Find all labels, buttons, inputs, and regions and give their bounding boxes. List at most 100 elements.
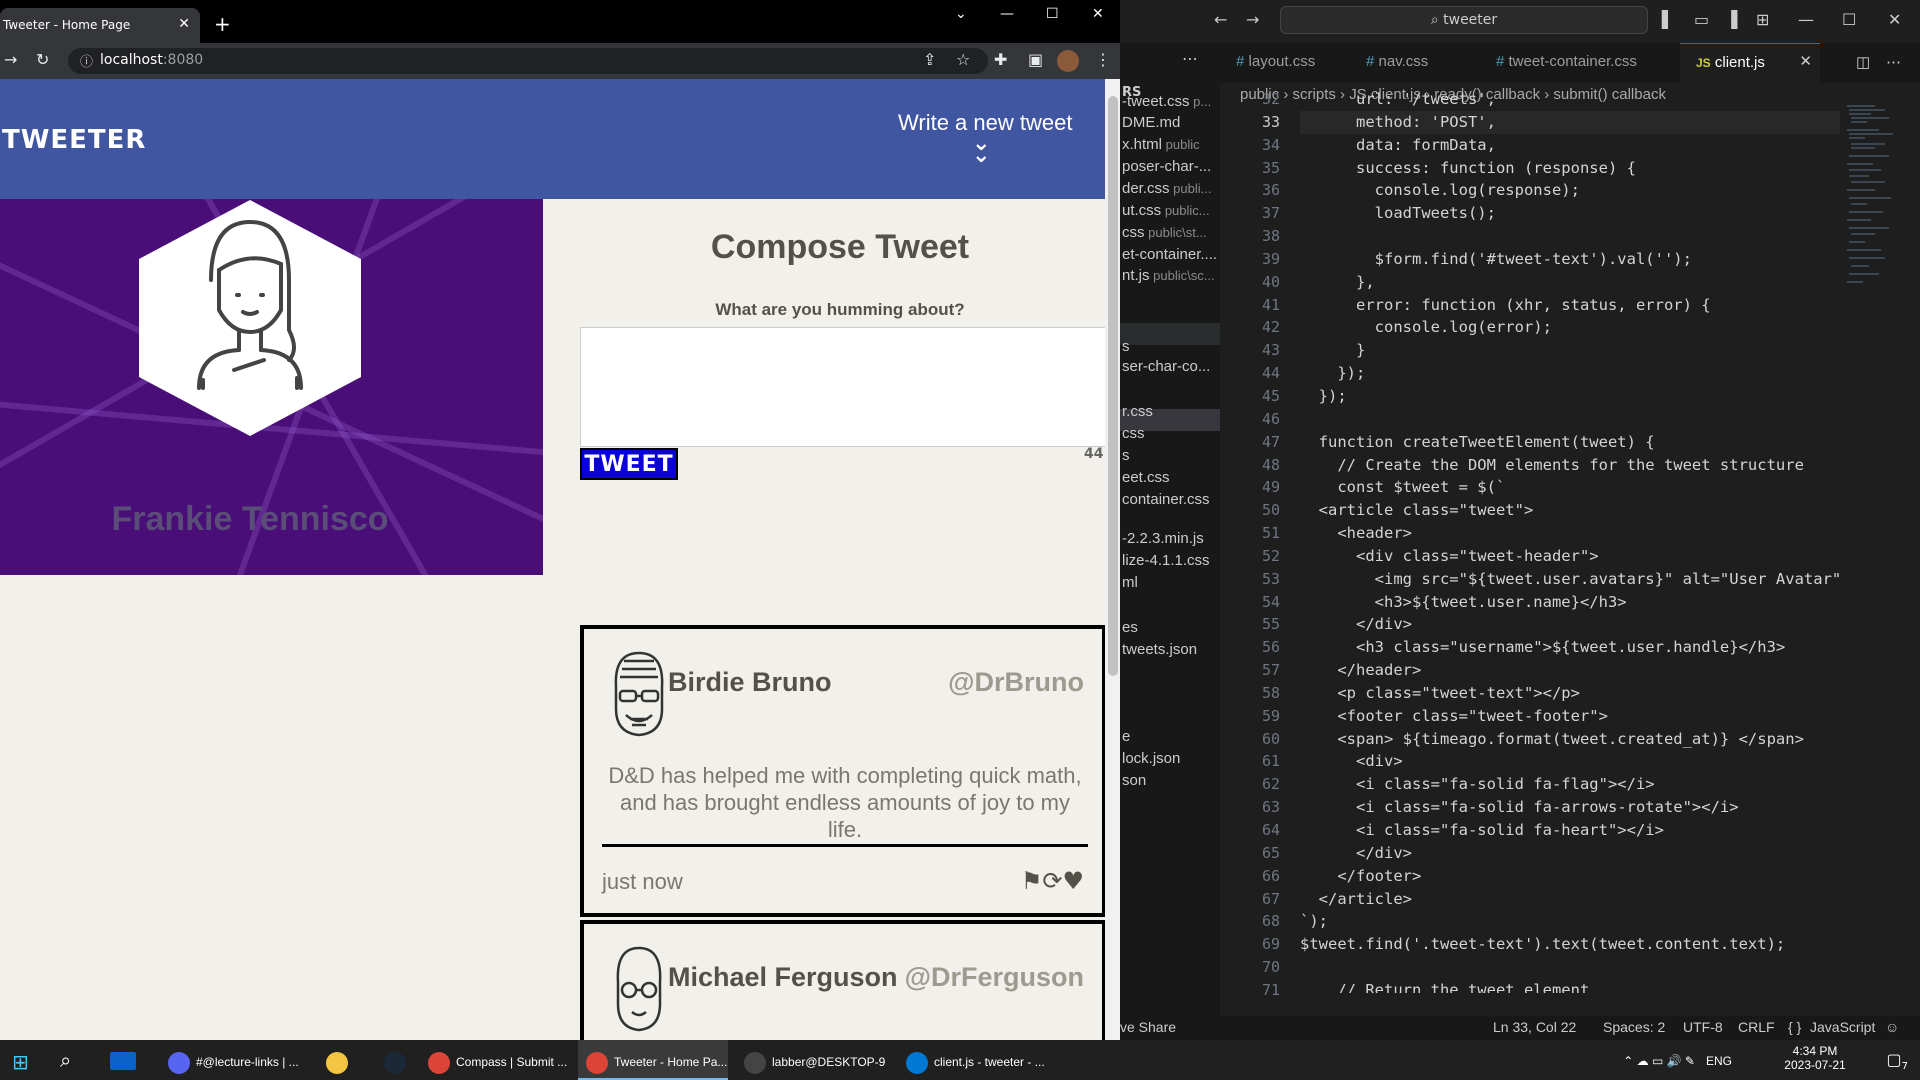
forward-icon[interactable]: →: [4, 50, 17, 69]
customize-layout-icon[interactable]: ⊞: [1756, 10, 1769, 29]
toggle-panel-icon[interactable]: ▭: [1694, 10, 1709, 29]
explorer-item[interactable]: es: [1122, 619, 1138, 636]
code-line: console.log(response);: [1300, 181, 1580, 200]
live-share-status[interactable]: ve Share: [1120, 1019, 1176, 1035]
notification-icon[interactable]: ▢7: [1887, 1050, 1909, 1072]
reload-icon[interactable]: ↻: [36, 50, 49, 69]
split-editor-icon[interactable]: ◫: [1856, 43, 1880, 83]
tab-nav-css[interactable]: # nav.css: [1350, 43, 1480, 83]
tray-icons[interactable]: ⌃ ☁ ▭ 🔊 ✎: [1623, 1054, 1695, 1068]
explorer-item-path: public\st...: [1148, 225, 1207, 240]
cursor-position[interactable]: Ln 33, Col 22: [1493, 1019, 1576, 1035]
code-line: <i class="fa-solid fa-heart"></i>: [1300, 821, 1664, 839]
new-tab-icon[interactable]: +: [214, 12, 231, 36]
explorer-item[interactable]: lize-4.1.1.css: [1122, 552, 1210, 569]
explorer-item[interactable]: s: [1122, 338, 1130, 355]
line-ending[interactable]: CRLF: [1738, 1019, 1775, 1035]
close-tab-icon[interactable]: ✕: [1799, 52, 1812, 70]
close-window-icon[interactable]: ✕: [1092, 6, 1104, 22]
notification-count: 7: [1901, 1061, 1908, 1073]
taskbar-app[interactable]: Compass | Submit ...: [420, 1040, 570, 1080]
explorer-item[interactable]: ut.css public...: [1122, 202, 1210, 219]
tweet-actions: ⚑⟳♥: [1021, 867, 1084, 895]
browser-menu-icon[interactable]: ⋮: [1095, 50, 1111, 69]
browser-tab[interactable]: Tweeter - Home Page ✕: [0, 8, 200, 43]
tab-tweet-container-css[interactable]: # tweet-container.css: [1480, 43, 1680, 83]
tab-search-icon[interactable]: ⌄: [955, 6, 967, 22]
explorer-item-name: der.css: [1122, 180, 1170, 197]
explorer-item[interactable]: css: [1122, 425, 1145, 442]
tweet-submit-button[interactable]: TWEET: [580, 448, 678, 480]
explorer-item[interactable]: -tweet.css p...: [1122, 93, 1211, 110]
taskbar-app[interactable]: labber@DESKTOP-9...: [736, 1040, 886, 1080]
line-number: 44: [1261, 364, 1280, 383]
info-icon[interactable]: ⓘ: [80, 51, 93, 70]
tab-client-js[interactable]: JS client.js ✕: [1680, 43, 1820, 83]
profile-avatar[interactable]: [1057, 50, 1079, 72]
double-chevron-down-icon[interactable]: ⌄ ⌄: [972, 133, 990, 167]
close-tab-icon[interactable]: ✕: [178, 16, 190, 32]
scrollbar-thumb[interactable]: [1108, 96, 1118, 676]
flag-icon[interactable]: ⚑: [1021, 867, 1043, 895]
line-number: 53: [1261, 569, 1280, 588]
feedback-icon[interactable]: ☺: [1885, 1019, 1899, 1035]
explorer-item[interactable]: r.css: [1122, 403, 1153, 420]
taskbar-app[interactable]: [318, 1040, 362, 1080]
explorer-item[interactable]: poser-char-...: [1122, 158, 1211, 175]
back-icon[interactable]: ←: [1214, 10, 1227, 29]
side-panel-icon[interactable]: ▣: [1028, 50, 1043, 69]
bookmark-star-icon[interactable]: ☆: [956, 50, 970, 69]
taskbar-app[interactable]: #@lecture-links | ...: [160, 1040, 310, 1080]
start-icon[interactable]: ⊞: [12, 1050, 29, 1074]
tweet-textarea[interactable]: [580, 327, 1106, 447]
indentation[interactable]: Spaces: 2: [1603, 1019, 1665, 1035]
extensions-icon[interactable]: ✚: [994, 50, 1007, 69]
input-language[interactable]: ENG: [1706, 1054, 1732, 1068]
language-mode[interactable]: JavaScript: [1810, 1019, 1875, 1035]
explorer-item[interactable]: -2.2.3.min.js: [1122, 530, 1204, 547]
more-actions-icon[interactable]: ⋯: [1182, 49, 1198, 68]
tab-layout-css[interactable]: # layout.css: [1220, 43, 1350, 83]
taskbar-app[interactable]: client.js - tweeter - ...: [898, 1040, 1048, 1080]
toggle-secondary-sidebar-icon[interactable]: ▐: [1725, 10, 1737, 29]
minimize-icon[interactable]: —: [1798, 10, 1814, 29]
taskbar-app[interactable]: [376, 1040, 420, 1080]
address-bar[interactable]: ⓘ localhost:8080: [68, 48, 988, 74]
forward-icon[interactable]: →: [1246, 10, 1259, 29]
explorer-item[interactable]: nt.js public\sc...: [1122, 267, 1215, 284]
taskbar-app[interactable]: Tweeter - Home Pa...: [578, 1040, 728, 1080]
app-icon: [586, 1052, 608, 1074]
minimize-icon[interactable]: —: [1000, 6, 1014, 22]
explorer-item[interactable]: e: [1122, 728, 1130, 745]
more-actions-icon[interactable]: ⋯: [1886, 43, 1910, 83]
explorer-item[interactable]: css public\st...: [1122, 224, 1207, 241]
explorer-item[interactable]: s: [1122, 447, 1130, 464]
maximize-icon[interactable]: ☐: [1842, 10, 1856, 29]
explorer-item[interactable]: eet.css: [1122, 469, 1170, 486]
explorer-item[interactable]: tweets.json: [1122, 641, 1197, 658]
explorer-item[interactable]: der.css publi...: [1122, 180, 1211, 197]
retweet-icon[interactable]: ⟳: [1042, 867, 1062, 895]
maximize-icon[interactable]: ☐: [1046, 6, 1059, 22]
explorer-item[interactable]: container.css: [1122, 491, 1210, 508]
close-window-icon[interactable]: ✕: [1888, 10, 1901, 29]
toggle-sidebar-icon[interactable]: ▌: [1662, 10, 1674, 29]
encoding[interactable]: UTF-8: [1683, 1019, 1723, 1035]
explorer-item[interactable]: et-container....: [1122, 246, 1217, 263]
brand-logo[interactable]: TWEETER: [2, 125, 146, 155]
explorer-item[interactable]: ser-char-co...: [1122, 358, 1210, 375]
explorer-item[interactable]: DME.md: [1122, 114, 1180, 131]
share-icon[interactable]: ⇪: [923, 50, 936, 69]
command-center-search[interactable]: ⌕ tweeter: [1280, 6, 1648, 34]
explorer-item[interactable]: ml: [1122, 574, 1138, 591]
clock[interactable]: 4:34 PM 2023-07-21: [1760, 1044, 1870, 1072]
search-icon[interactable]: ⌕: [60, 1048, 71, 1072]
explorer-item[interactable]: x.html public: [1122, 136, 1200, 153]
heart-icon[interactable]: ♥: [1062, 867, 1084, 895]
code-editor[interactable]: url: '/tweets', method: 'POST', data: fo…: [1300, 88, 1840, 993]
char-counter: 44: [1084, 446, 1104, 462]
minimap[interactable]: [1845, 100, 1910, 320]
explorer-item[interactable]: son: [1122, 772, 1146, 789]
mail-icon[interactable]: [110, 1052, 136, 1070]
explorer-item[interactable]: lock.json: [1122, 750, 1180, 767]
